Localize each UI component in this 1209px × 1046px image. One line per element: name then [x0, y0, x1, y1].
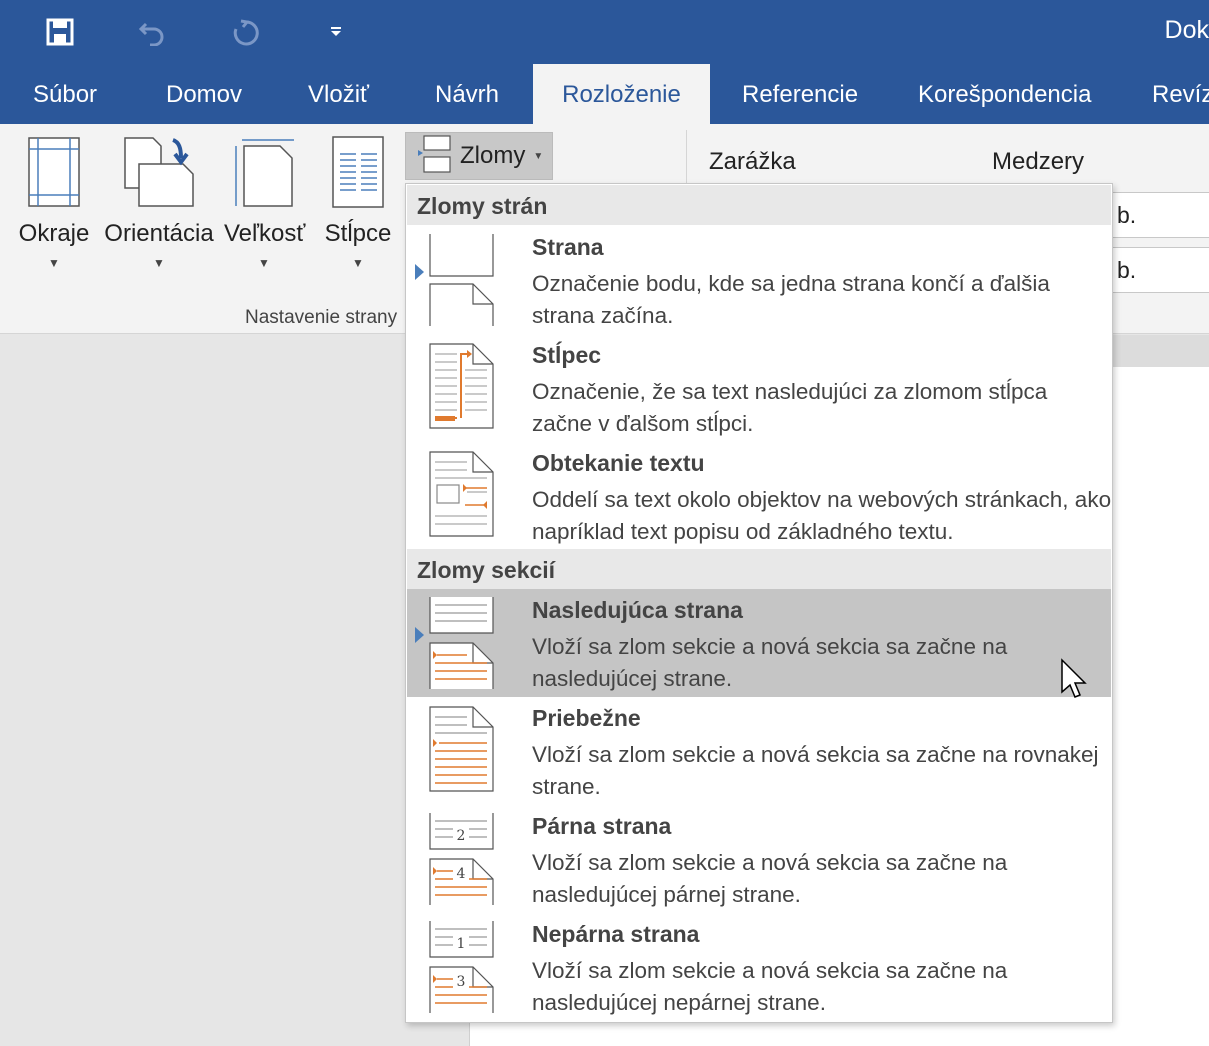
even-page-title: Párna strana	[532, 813, 672, 839]
menu-item-odd-page[interactable]: 1 3 Nepárna strana Vloží sa zlom sekcie …	[407, 913, 1111, 1021]
tab-referencie[interactable]: Referencie	[742, 64, 858, 124]
even-page-number-bottom: 4	[457, 866, 466, 882]
even-page-description: Vloží sa zlom sekcie a nová sekcia sa za…	[532, 850, 1008, 907]
text-wrapping-description: Oddelí sa text okolo objektov na webovýc…	[532, 487, 1112, 544]
page-breaks-header: Zlomy strán	[407, 185, 1111, 225]
continuous-section-icon	[429, 705, 495, 793]
page-setup-group-label: Nastavenie strany	[245, 307, 398, 328]
menu-item-next-page[interactable]: Nasledujúca strana Vloží sa zlom sekcie …	[407, 589, 1111, 697]
redo-icon[interactable]	[226, 12, 266, 52]
next-page-title: Nasledujúca strana	[532, 597, 743, 623]
menu-item-column-break[interactable]: Stĺpec Označenie, že sa text nasledujúci…	[407, 334, 1111, 442]
save-icon[interactable]	[40, 12, 80, 52]
spacing-label: Medzery	[992, 148, 1085, 175]
tab-navrh[interactable]: Návrh	[435, 64, 499, 124]
tab-reviz[interactable]: Revíz	[1152, 64, 1209, 124]
orientation-button[interactable]: Orientácia ▼	[104, 124, 214, 270]
column-break-description: Označenie, že sa text nasledujúci za zlo…	[532, 379, 1048, 436]
menu-item-even-page[interactable]: 2 4 Párna strana Vloží sa zlom sekcie a …	[407, 805, 1111, 913]
breaks-icon	[418, 134, 452, 178]
tab-korespondencia[interactable]: Korešpondencia	[918, 64, 1091, 124]
tab-vlozit[interactable]: Vložiť	[308, 64, 369, 124]
menu-item-continuous[interactable]: Priebežne Vloží sa zlom sekcie a nová se…	[407, 697, 1111, 805]
spacing-before-input[interactable]: b.	[1108, 192, 1209, 238]
section-breaks-header: Zlomy sekcií	[407, 549, 1111, 589]
document-title: Dok	[1164, 16, 1209, 44]
continuous-title: Priebežne	[532, 705, 641, 731]
indent-label: Zarážka	[709, 148, 796, 175]
mouse-cursor-icon	[1060, 658, 1088, 705]
odd-page-description: Vloží sa zlom sekcie a nová sekcia sa za…	[532, 958, 1008, 1015]
columns-icon	[322, 124, 394, 220]
size-icon	[224, 124, 304, 220]
undo-icon[interactable]	[132, 12, 172, 52]
tab-rozlozenie[interactable]: Rozloženie	[533, 64, 710, 124]
columns-label: Stĺpce	[324, 220, 392, 247]
insertion-marker-icon	[415, 264, 425, 285]
insertion-marker-icon	[415, 627, 425, 648]
margins-button[interactable]: Okraje ▼	[18, 124, 90, 270]
page-break-description: Označenie bodu, kde sa jedna strana konč…	[532, 271, 1050, 328]
odd-page-number-bottom: 3	[457, 974, 466, 990]
chevron-down-icon: ▼	[48, 256, 60, 270]
spacing-after-input[interactable]: b.	[1108, 247, 1209, 293]
text-wrapping-title: Obtekanie textu	[532, 450, 705, 476]
size-label: Veľkosť	[224, 220, 306, 247]
margins-label: Okraje	[18, 220, 90, 247]
breaks-dropdown-menu: Zlomy strán Strana Označenie bodu, kde s…	[405, 183, 1113, 1023]
next-page-description: Vloží sa zlom sekcie a nová sekcia sa za…	[532, 634, 1008, 691]
page-break-icon	[429, 234, 495, 326]
even-page-section-icon: 2 4	[429, 813, 495, 905]
ruler	[1108, 335, 1209, 367]
chevron-down-icon: ▼	[258, 256, 270, 270]
chevron-down-icon: ▼	[533, 150, 544, 162]
margins-icon	[18, 124, 90, 220]
odd-page-number-top: 1	[457, 936, 466, 952]
columns-button[interactable]: Stĺpce ▼	[322, 124, 394, 270]
chevron-down-icon: ▼	[153, 256, 165, 270]
menu-item-text-wrapping[interactable]: Obtekanie textu Oddelí sa text okolo obj…	[407, 442, 1111, 550]
continuous-description: Vloží sa zlom sekcie a nová sekcia sa za…	[532, 742, 1099, 799]
odd-page-title: Nepárna strana	[532, 921, 700, 947]
title-bar: Dok	[0, 0, 1209, 64]
even-page-number-top: 2	[457, 828, 466, 844]
ribbon-tab-bar: Súbor Domov Vložiť Návrh Rozloženie Refe…	[0, 64, 1209, 124]
chevron-down-icon: ▼	[352, 256, 364, 270]
next-page-section-icon	[429, 597, 495, 689]
tab-domov[interactable]: Domov	[166, 64, 242, 124]
tab-subor[interactable]: Súbor	[33, 64, 97, 124]
column-break-icon	[429, 342, 495, 430]
size-button[interactable]: Veľkosť ▼	[224, 124, 306, 270]
breaks-label: Zlomy	[460, 142, 526, 169]
text-wrapping-icon	[429, 450, 495, 538]
orientation-label: Orientácia	[104, 220, 214, 247]
orientation-icon	[104, 124, 214, 220]
odd-page-section-icon: 1 3	[429, 921, 495, 1013]
menu-item-page-break[interactable]: Strana Označenie bodu, kde sa jedna stra…	[407, 226, 1111, 334]
customize-quick-access-icon[interactable]	[316, 12, 356, 52]
page-break-title: Strana	[532, 234, 604, 260]
breaks-button[interactable]: Zlomy ▼	[405, 132, 553, 180]
column-break-title: Stĺpec	[532, 342, 602, 368]
